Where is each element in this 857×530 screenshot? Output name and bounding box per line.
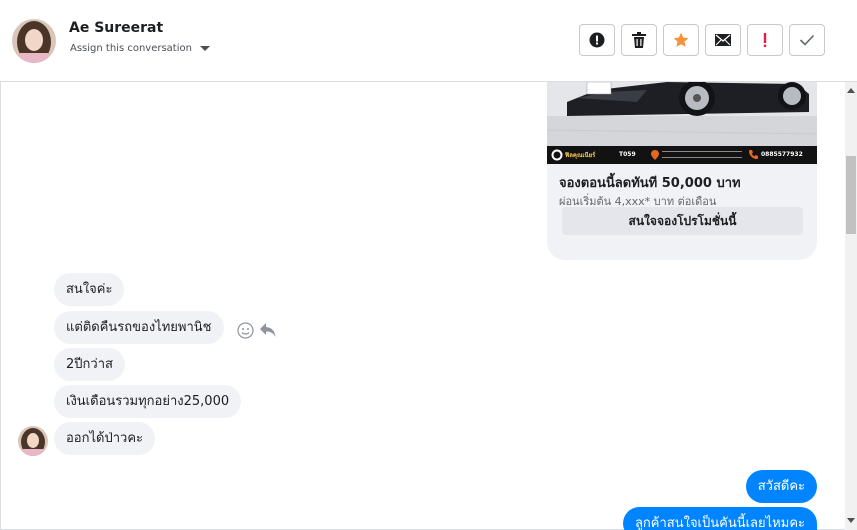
contact-name[interactable]: Ae Sureerat (69, 20, 163, 36)
message-scrollbar[interactable] (845, 82, 857, 530)
incoming-message[interactable]: แต่ติดคืนรถของไทยพานิช (54, 311, 224, 344)
dealer-info-strip: ฟิลคุณเนียร์ T059 0885577932 (547, 146, 817, 164)
promo-card: ฟิลคุณเนียร์ T059 0885577932 จองตอนนี้ลด… (547, 82, 817, 260)
message-actions (237, 322, 276, 343)
outgoing-message[interactable]: สวัสดีคะ (745, 470, 817, 503)
incoming-message[interactable]: ออกได้ป่าวคะ (54, 422, 155, 455)
envelope-icon (715, 34, 731, 46)
alert-circle-icon (589, 32, 605, 48)
reply-icon[interactable] (260, 323, 276, 342)
spam-button[interactable] (579, 24, 615, 56)
mark-done-button[interactable] (789, 24, 825, 56)
scroll-up-arrow-icon[interactable] (847, 88, 855, 93)
delete-button[interactable] (621, 24, 657, 56)
dealer-brand: ฟิลคุณเนียร์ (565, 152, 596, 159)
react-emoji-icon[interactable] (237, 322, 254, 343)
assign-label: Assign this conversation (70, 43, 192, 54)
conversation-toolbar (579, 24, 825, 56)
contact-avatar-small (18, 426, 48, 456)
location-pin-icon (651, 150, 659, 160)
promo-title: จองตอนนี้ลดทันที 50,000 บาท (559, 176, 741, 191)
promo-cta-button[interactable]: สนใจจองโปรโมชั่นนี้ (562, 207, 803, 235)
scroll-thumb[interactable] (846, 156, 856, 234)
dealer-phone: 0885577932 (761, 151, 803, 158)
dealer-code: T059 (619, 151, 636, 158)
conversation-header: Ae Sureerat Assign this conversation (0, 0, 857, 82)
star-icon (673, 32, 689, 47)
incoming-message[interactable]: สนใจค่ะ (54, 273, 125, 306)
incoming-message[interactable]: เงินเดือนรวมทุกอย่าง25,000 (54, 385, 242, 418)
trash-icon (632, 32, 646, 48)
caret-down-icon (199, 46, 210, 51)
important-button[interactable] (747, 24, 783, 56)
exclamation-icon (763, 33, 767, 47)
car-image[interactable]: ฟิลคุณเนียร์ T059 0885577932 (547, 82, 817, 164)
phone-icon (749, 150, 758, 159)
scroll-down-arrow-icon[interactable] (847, 518, 855, 523)
contact-avatar[interactable] (12, 19, 56, 63)
outgoing-message[interactable]: ลูกค้าสนใจเป็นคันนี้เลยไหมคะ (622, 507, 817, 530)
assign-conversation-dropdown[interactable]: Assign this conversation (70, 43, 210, 54)
message-thread[interactable]: ฟิลคุณเนียร์ T059 0885577932 จองตอนนี้ลด… (0, 82, 845, 530)
checkmark-icon (799, 34, 815, 46)
incoming-message[interactable]: 2ปีกว่าส (54, 348, 125, 381)
mark-unread-button[interactable] (705, 24, 741, 56)
star-button[interactable] (663, 24, 699, 56)
